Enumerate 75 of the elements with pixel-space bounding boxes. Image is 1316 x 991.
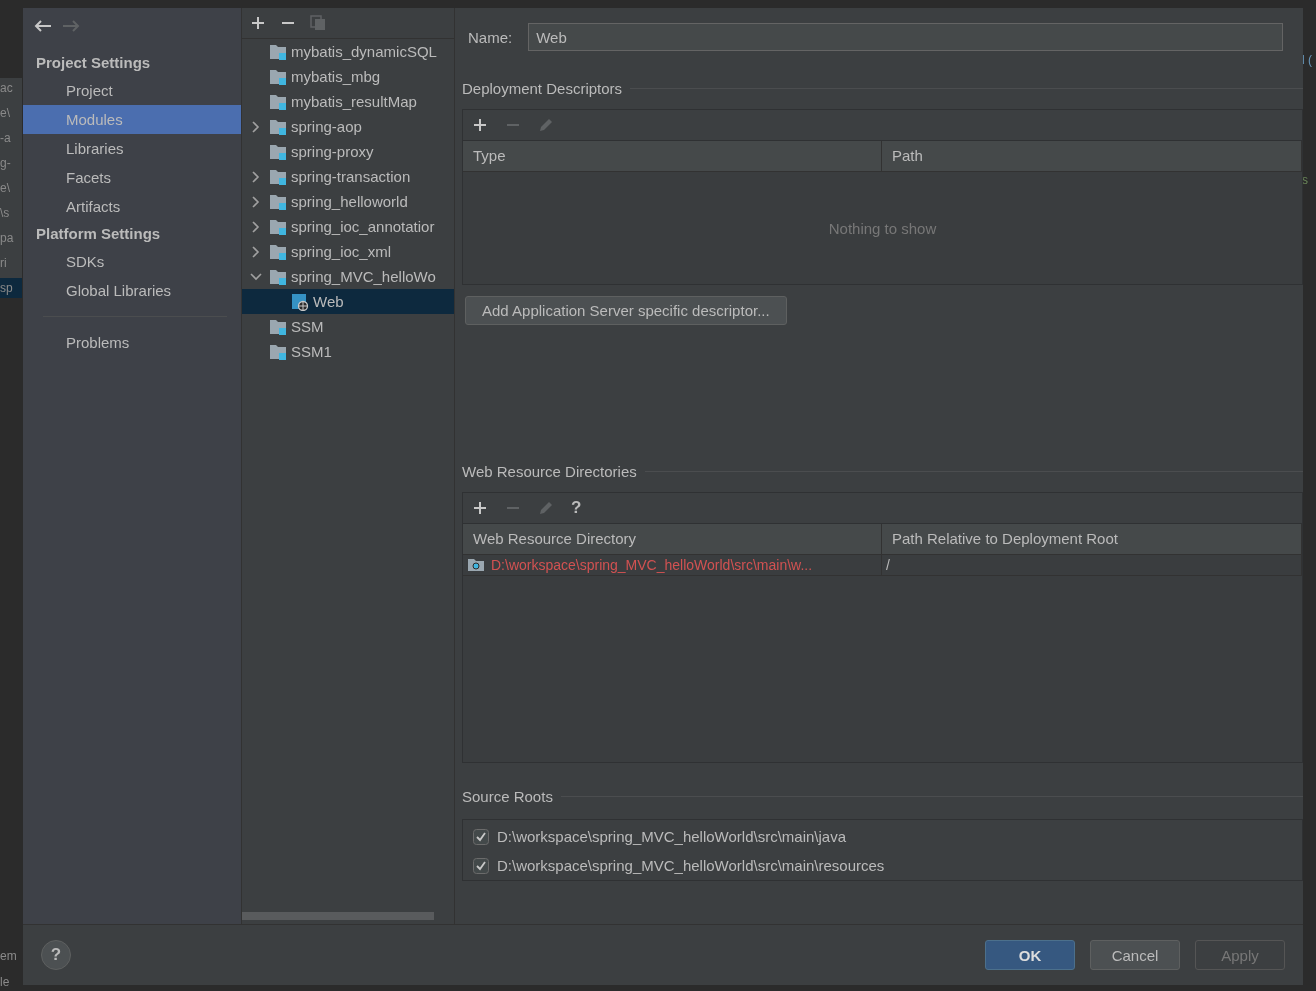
column-header[interactable]: Web Resource Directory bbox=[463, 524, 882, 554]
folder-icon bbox=[269, 117, 287, 136]
sidebar-item[interactable]: SDKs bbox=[23, 247, 241, 276]
folder-icon bbox=[269, 142, 287, 161]
table-cell: / bbox=[882, 555, 1302, 575]
web-module-icon bbox=[291, 292, 309, 311]
tree-item[interactable]: spring_helloworld bbox=[242, 189, 454, 214]
tree-item[interactable]: SSM1 bbox=[242, 339, 454, 364]
add-icon[interactable] bbox=[472, 500, 488, 516]
help-button[interactable]: ? bbox=[571, 500, 582, 516]
column-header[interactable]: Type bbox=[463, 141, 882, 171]
tree-item[interactable]: mybatis_resultMap bbox=[242, 89, 454, 114]
folder-icon bbox=[269, 42, 287, 61]
group-title: Deployment Descriptors bbox=[462, 79, 623, 97]
help-button[interactable]: ? bbox=[41, 940, 71, 970]
cancel-button[interactable]: Cancel bbox=[1090, 940, 1180, 970]
background-text: em bbox=[0, 948, 18, 965]
folder-icon bbox=[269, 342, 287, 361]
folder-icon bbox=[269, 192, 287, 211]
background-text: g- bbox=[0, 155, 12, 172]
name-field[interactable]: Web bbox=[528, 23, 1284, 51]
folder-icon bbox=[269, 92, 287, 111]
section-title: Platform Settings bbox=[35, 224, 162, 244]
source-root-path: D:\workspace\spring_MVC_helloWorld\src\main\resources bbox=[497, 857, 885, 874]
background-text: ri bbox=[0, 255, 8, 272]
ok-button[interactable]: OK bbox=[985, 940, 1075, 970]
folder-icon bbox=[467, 558, 485, 572]
folder-icon bbox=[269, 167, 287, 186]
tree-item[interactable]: spring-transaction bbox=[242, 164, 454, 189]
table-cell-text: D:\workspace\spring_MVC_helloWorld\src\main\w... bbox=[491, 556, 813, 575]
background-text: l ( bbox=[1302, 52, 1313, 69]
sidebar-item[interactable]: Global Libraries bbox=[23, 276, 241, 305]
tree-item[interactable]: spring_ioc_annotatior bbox=[242, 214, 454, 239]
folder-icon bbox=[269, 67, 287, 86]
tree-item[interactable]: mybatis_dynamicSQL bbox=[242, 39, 454, 64]
sidebar-item[interactable]: Problems bbox=[23, 328, 241, 357]
background-text: e\ bbox=[0, 180, 11, 197]
group-title: Web Resource Directories bbox=[462, 462, 637, 480]
checkbox[interactable] bbox=[473, 857, 489, 874]
background-text: s bbox=[1302, 172, 1309, 189]
background-text: e\ bbox=[0, 105, 11, 122]
background-text: le bbox=[0, 974, 11, 991]
field-label: Name: bbox=[468, 28, 513, 46]
tree-item[interactable]: spring_ioc_xml bbox=[242, 239, 454, 264]
folder-icon bbox=[269, 217, 287, 236]
section-title: Project Settings bbox=[35, 53, 152, 73]
sidebar-item[interactable]: Libraries bbox=[23, 134, 241, 163]
tree-item[interactable]: Web bbox=[242, 289, 454, 314]
source-root-path: D:\workspace\spring_MVC_helloWorld\src\main\java bbox=[497, 828, 847, 845]
group-title: Source Roots bbox=[462, 787, 553, 805]
tree-item[interactable]: spring-aop bbox=[242, 114, 454, 139]
tree-item[interactable]: mybatis_mbg bbox=[242, 64, 454, 89]
background-text: \s bbox=[0, 205, 11, 222]
column-header[interactable]: Path bbox=[882, 141, 1302, 171]
tree-item[interactable]: spring_MVC_helloWo bbox=[242, 264, 454, 289]
folder-icon bbox=[269, 317, 287, 336]
back-arrow-icon[interactable] bbox=[33, 18, 53, 34]
add-icon[interactable] bbox=[250, 15, 266, 31]
sidebar-item[interactable]: Facets bbox=[23, 163, 241, 192]
tree-item[interactable]: SSM bbox=[242, 314, 454, 339]
background-text: sp bbox=[0, 278, 22, 298]
add-icon[interactable] bbox=[472, 117, 488, 133]
background-text: -a bbox=[0, 130, 12, 147]
add-descriptor-button[interactable]: Add Application Server specific descriptor... bbox=[465, 296, 787, 325]
sidebar-item[interactable]: Project bbox=[23, 76, 241, 105]
sidebar-item[interactable]: Artifacts bbox=[23, 192, 241, 221]
scrollbar[interactable] bbox=[242, 912, 434, 920]
tree-item[interactable]: spring-proxy bbox=[242, 139, 454, 164]
folder-icon bbox=[269, 267, 287, 286]
checkbox[interactable] bbox=[473, 828, 489, 845]
background-text: pa bbox=[0, 230, 15, 247]
column-header[interactable]: Path Relative to Deployment Root bbox=[882, 524, 1302, 554]
background-text: ac bbox=[0, 80, 14, 97]
empty-message: Nothing to show bbox=[828, 219, 937, 237]
folder-icon bbox=[269, 242, 287, 261]
